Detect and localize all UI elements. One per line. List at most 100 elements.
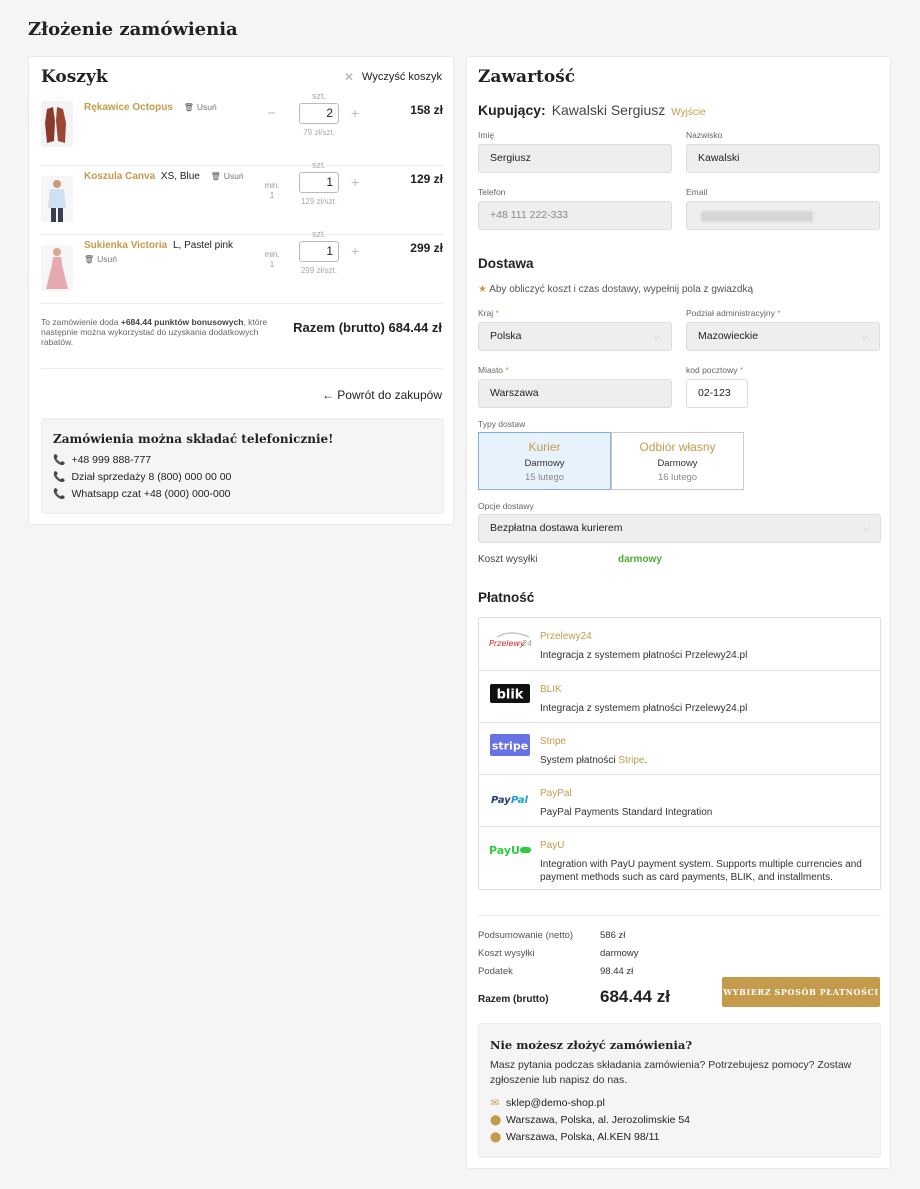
delivery-type-price: Darmowy (657, 458, 698, 469)
map-pin-icon: ⬤ (490, 1131, 502, 1143)
first-name-field[interactable]: Sergiusz (478, 144, 672, 173)
cart-item: Rękawice Octopus 🗑 Usuń szt. − 2 + 79 zł/… (41, 91, 443, 166)
payment-method-blik[interactable]: blik BLIK Integracja z systemem płatnośc… (479, 671, 880, 723)
payment-method-name: BLIK (540, 684, 562, 695)
help-address: ⬤ Warszawa, Polska, al. Jerozolimskie 54 (490, 1114, 690, 1126)
item-name-line: Sukienka Victoria L, Pastel pink (84, 240, 233, 251)
delivery-type-price: Darmowy (524, 458, 565, 469)
desc-prefix: System płatności (540, 755, 619, 766)
buyer-line: Kupujący: Kawalski Sergiusz Wyjście (478, 102, 706, 118)
shipping-cost-label: Koszt wysyłki (478, 554, 538, 565)
note-text: Aby obliczyć koszt i czas dostawy, wypeł… (489, 284, 754, 295)
qty-input[interactable]: 2 (299, 103, 339, 124)
help-address: ⬤ Warszawa, Polska, Al.KEN 98/11 (490, 1131, 659, 1143)
desc-suffix: . (644, 755, 648, 766)
item-price: 129 zł (410, 172, 443, 186)
svg-text:Pal: Pal (511, 795, 528, 806)
item-name-link[interactable]: Koszula Canva (84, 171, 155, 182)
chevron-down-icon: ⌵ (861, 331, 869, 342)
product-image-gloves[interactable] (41, 101, 73, 147)
item-variant: L, Pastel pink (172, 240, 234, 251)
trash-icon: 🗑 (84, 255, 95, 264)
region-label: Podział administracyjny * (686, 308, 781, 318)
item-name-line: Koszula Canva XS, Blue 🗑 Usuń (84, 171, 244, 182)
country-select[interactable]: Polska ⌵ (478, 322, 672, 351)
blurred-email (701, 211, 813, 222)
delivery-type-title: Odbiór własny (639, 440, 716, 454)
mail-icon: ✉ (490, 1097, 500, 1109)
required-fields-note: ★ Aby obliczyć koszt i czas dostawy, wyp… (478, 284, 753, 295)
cart-item: Sukienka Victoria L, Pastel pink 🗑 Usuń s… (41, 229, 443, 304)
email-field[interactable] (686, 201, 880, 230)
unit-price: 79 zł/szt. (303, 128, 335, 137)
svg-text:24: 24 (522, 639, 531, 648)
email-text: sklep@demo-shop.pl (506, 1097, 605, 1109)
chevron-down-icon: ⌵ (862, 523, 870, 534)
city-field[interactable]: Warszawa (478, 379, 672, 408)
payment-method-name: PayPal (540, 788, 572, 799)
stripe-logo: stripe (490, 734, 530, 756)
city-label: Miasto * (478, 365, 509, 375)
delivery-options-label: Opcje dostawy (478, 501, 534, 511)
address-text: Warszawa, Polska, al. Jerozolimskie 54 (506, 1114, 691, 1126)
clear-cart-button[interactable]: ✕ Wyczyść koszyk (344, 70, 442, 84)
cart-title: Koszyk (41, 67, 108, 87)
increase-qty-button[interactable]: + (351, 105, 359, 121)
product-image-shirt[interactable] (41, 176, 73, 222)
zip-field[interactable]: 02-123 (686, 379, 748, 408)
remove-button[interactable]: 🗑 Usuń (184, 102, 217, 112)
payment-method-przelewy24[interactable]: Przelewy24 Przelewy24 Integracja z syste… (479, 618, 880, 671)
unit-price: 299 zł/szt. (300, 266, 337, 275)
product-image-dress[interactable] (41, 245, 73, 291)
remove-label: Usuń (196, 102, 217, 112)
min-qty-label: min. 1 (264, 181, 280, 200)
phone-line[interactable]: 📞 +48 999 888-777 (53, 454, 151, 466)
qty-input[interactable]: 1 (299, 241, 339, 262)
payment-method-paypal[interactable]: Pay Pal PayPal PayPal Payments Standard I… (479, 775, 880, 827)
first-name-label: Imię (478, 130, 495, 140)
payment-title: Płatność (478, 590, 535, 605)
increase-qty-button[interactable]: + (351, 243, 359, 259)
logout-link[interactable]: Wyjście (671, 107, 705, 118)
delivery-option-select[interactable]: Bezpłatna dostawa kurierem ⌵ (478, 514, 881, 543)
payment-methods-list: Przelewy24 Przelewy24 Integracja z syste… (478, 617, 881, 890)
delivery-type-title: Kurier (528, 440, 561, 454)
help-title: Nie możesz złożyć zamówienia? (490, 1038, 693, 1052)
region-value: Mazowieckie (698, 330, 759, 342)
region-select[interactable]: Mazowieckie ⌵ (686, 322, 880, 351)
item-variant: XS, Blue (160, 171, 200, 182)
choose-payment-button[interactable]: WYBIERZ SPOSÓB PŁATNOŚCI (722, 977, 880, 1007)
help-text: Masz pytania podczas składania zamówieni… (490, 1059, 852, 1086)
back-to-shop-link[interactable]: ← Powrót do zakupów (322, 388, 442, 402)
phone-label: Telefon (478, 187, 506, 197)
cart-panel: Koszyk ✕ Wyczyść koszyk Rękawice Octopus… (28, 56, 454, 525)
trash-icon: 🗑 (183, 103, 194, 112)
shipping-cost-value: darmowy (618, 554, 662, 565)
remove-button[interactable]: 🗑 Usuń (211, 171, 244, 181)
increase-qty-button[interactable]: + (351, 174, 359, 190)
qty-unit-label: szt. (311, 160, 326, 170)
decrease-qty-button[interactable]: − (267, 105, 276, 122)
phone-line[interactable]: 📞 Dział sprzedaży 8 (800) 000 00 00 (53, 471, 231, 483)
help-email[interactable]: ✉ sklep@demo-shop.pl (490, 1097, 605, 1109)
item-name-link[interactable]: Sukienka Victoria (84, 240, 167, 251)
delivery-types-label: Typy dostaw (478, 419, 526, 429)
tax-label: Podatek (478, 966, 513, 977)
item-name-link[interactable]: Rękawice Octopus (84, 102, 173, 113)
net-value: 586 zł (600, 930, 626, 941)
delivery-type-courier[interactable]: Kurier Darmowy 15 lutego (478, 432, 611, 490)
payment-method-payu[interactable]: PayU PayU Integration with PayU payment … (479, 827, 880, 889)
delivery-type-pickup[interactable]: Odbiór własny Darmowy 16 lutego (611, 432, 744, 490)
stripe-link[interactable]: Stripe (618, 755, 644, 766)
last-name-field[interactable]: Kawalski (686, 144, 880, 173)
przelewy24-logo: Przelewy24 (489, 631, 532, 651)
qty-input[interactable]: 1 (299, 172, 339, 193)
phone-field[interactable]: +48 111 222-333 (478, 201, 672, 230)
phone-line[interactable]: 📞 Whatsapp czat +48 (000) 000-000 (53, 488, 231, 500)
payment-method-name: PayU (540, 840, 565, 851)
payment-method-stripe[interactable]: stripe Stripe System płatności Stripe. (479, 723, 880, 775)
divider (41, 368, 443, 369)
remove-button[interactable]: 🗑 Usuń (84, 254, 117, 264)
phone-order-title: Zamówienia można składać telefonicznie! (53, 432, 334, 446)
tax-value: 98.44 zł (600, 966, 634, 977)
